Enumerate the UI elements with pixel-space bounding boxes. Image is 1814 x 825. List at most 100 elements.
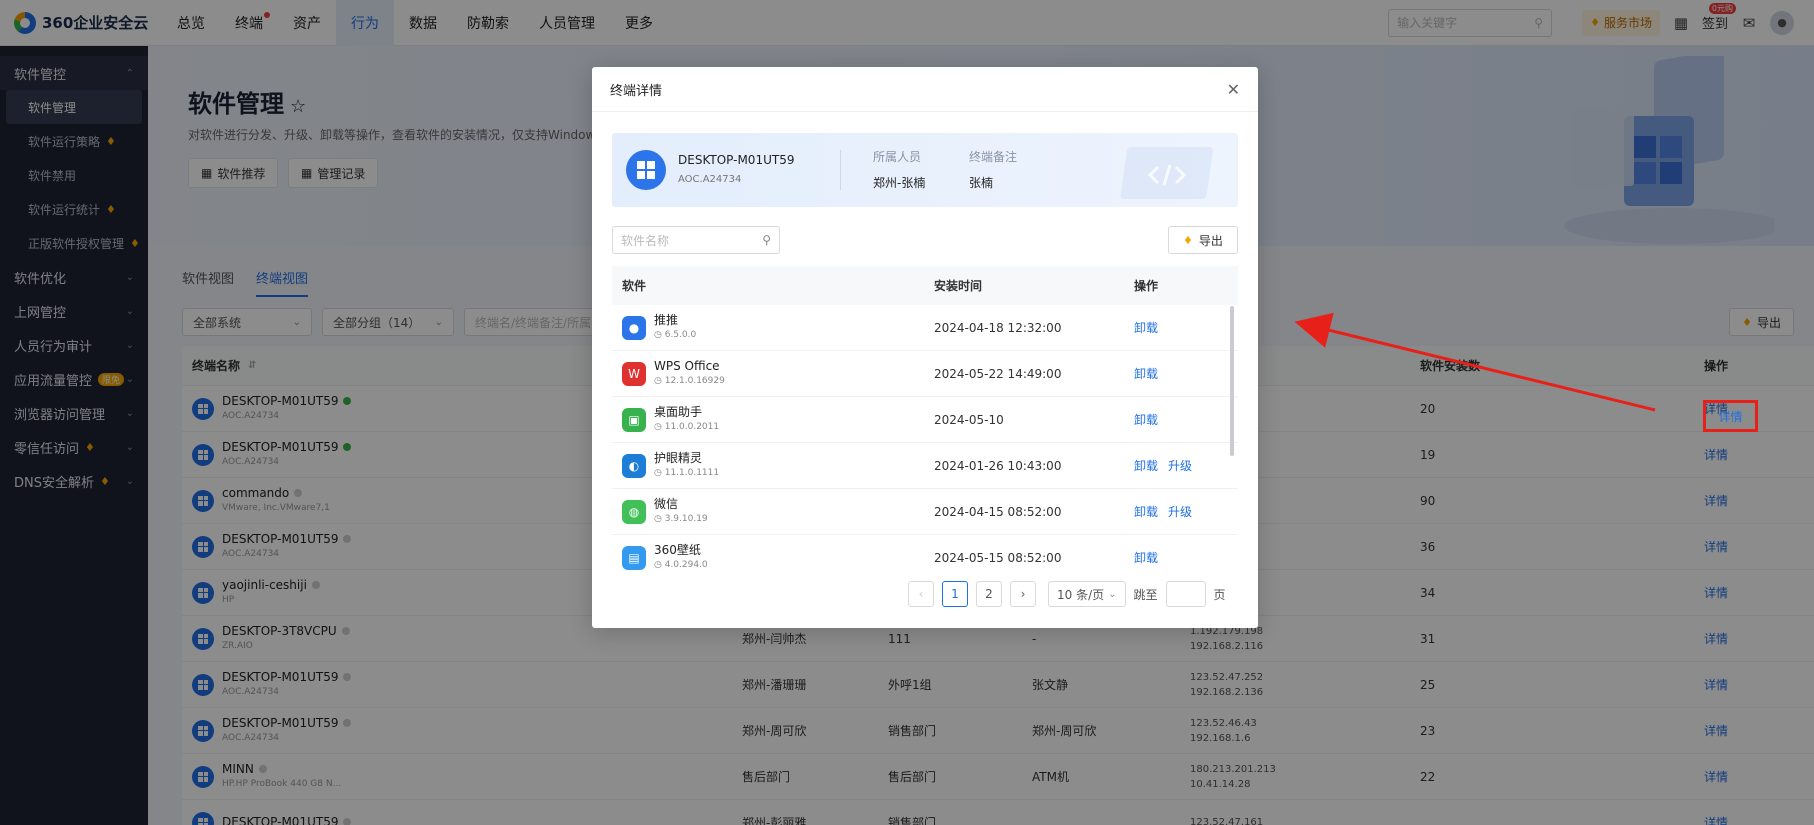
software-version-text: 3.9.10.19 (664, 513, 708, 524)
eye-care-icon: ◐ (622, 453, 646, 478)
page-1-button[interactable]: 1 (942, 581, 968, 607)
uninstall-link[interactable]: 卸载 (1134, 319, 1158, 336)
clock-icon: ◷ (654, 421, 665, 432)
page-2-button[interactable]: 2 (976, 581, 1002, 607)
install-time: 2024-05-15 08:52:00 (934, 550, 1062, 565)
operations-cell: 卸载 (1134, 365, 1234, 382)
software-version-text: 12.1.0.16929 (664, 375, 725, 386)
software-row: W WPS Office ◷ 12.1.0.16929 2024-05-22 14:4… (612, 351, 1238, 397)
note-value: 张楠 (969, 176, 994, 190)
windows-icon (626, 150, 666, 190)
software-name: 360壁纸 (654, 542, 701, 557)
install-time: 2024-04-18 12:32:00 (934, 320, 1062, 335)
operations-cell: 卸载 (1134, 411, 1234, 428)
software-version-text: 4.0.294.0 (664, 559, 708, 570)
code-window-illustration-icon (1120, 147, 1213, 199)
search-icon: ⚲ (762, 233, 771, 247)
tuitui-icon: ● (622, 315, 646, 340)
close-icon[interactable]: ✕ (1227, 80, 1240, 99)
upgrade-link[interactable]: 升级 (1168, 503, 1192, 520)
software-name: 推推 (654, 312, 679, 327)
uninstall-link[interactable]: 卸载 (1134, 549, 1158, 566)
software-search-input[interactable]: 软件名称 ⚲ (612, 226, 780, 254)
software-cell: ▣ 桌面助手 ◷ 11.0.0.2011 (612, 405, 934, 435)
software-name-block: 360壁纸 ◷ 4.0.294.0 (654, 543, 708, 571)
software-cell: ◐ 护眼精灵 ◷ 11.1.0.1111 (612, 451, 934, 481)
software-version-text: 11.0.0.2011 (664, 421, 720, 432)
uninstall-link[interactable]: 卸载 (1134, 457, 1158, 474)
software-name-block: 护眼精灵 ◷ 11.1.0.1111 (654, 451, 719, 481)
software-name-block: 微信 ◷ 3.9.10.19 (654, 497, 708, 527)
operations-cell: 卸载 (1134, 319, 1234, 336)
clock-icon: ◷ (654, 513, 665, 524)
install-time: 2024-05-10 (934, 412, 1004, 427)
software-name: 桌面助手 (654, 404, 703, 419)
software-version: ◷ 4.0.294.0 (654, 558, 708, 571)
install-time: 2024-04-15 08:52:00 (934, 504, 1062, 519)
modal-export-button[interactable]: ♦ 导出 (1168, 226, 1238, 254)
wallpaper-icon: ▤ (622, 545, 646, 570)
wechat-icon: ◍ (622, 499, 646, 524)
software-row: ● 推推 ◷ 6.5.0.0 2024-04-18 12:32:00 卸载 (612, 305, 1238, 351)
software-table-header: 软件 安装时间 操作 (612, 266, 1238, 305)
software-cell: ● 推推 ◷ 6.5.0.0 (612, 313, 934, 343)
operations-cell: 卸载 升级 (1134, 503, 1234, 520)
software-version: ◷ 6.5.0.0 (654, 328, 696, 343)
modal-header: 终端详情 ✕ (592, 67, 1258, 112)
next-page-button[interactable]: › (1010, 581, 1036, 607)
scrollbar[interactable] (1230, 306, 1234, 456)
clock-icon: ◷ (654, 375, 665, 386)
jump-page-input[interactable] (1165, 581, 1206, 607)
software-row: ▤ 360壁纸 ◷ 4.0.294.0 2024-05-15 08:52:00 卸载 (612, 535, 1238, 570)
software-version: ◷ 3.9.10.19 (654, 512, 708, 527)
col-install-time: 安装时间 (934, 279, 983, 293)
desktop-assistant-icon: ▣ (622, 407, 646, 432)
software-version: ◷ 12.1.0.16929 (654, 374, 725, 389)
software-version: ◷ 11.1.0.1111 (654, 466, 719, 481)
operations-cell: 卸载 升级 (1134, 457, 1234, 474)
upgrade-link[interactable]: 升级 (1168, 457, 1192, 474)
note-label: 终端备注 (969, 150, 1018, 164)
install-time: 2024-01-26 10:43:00 (934, 458, 1062, 473)
uninstall-link[interactable]: 卸载 (1134, 411, 1158, 428)
clock-icon: ◷ (654, 559, 665, 570)
clock-icon: ◷ (654, 467, 665, 478)
software-version: ◷ 11.0.0.2011 (654, 420, 719, 435)
terminal-detail-modal: 终端详情 ✕ DESKTOP-M01UT59 AOC.A24734 所属人员 郑… (592, 67, 1258, 628)
software-row: ◍ 微信 ◷ 3.9.10.19 2024-04-15 08:52:00 卸载 升级 (612, 489, 1238, 535)
page-size-value: 10 条/页 (1057, 587, 1105, 602)
col-operation: 操作 (1134, 279, 1159, 293)
software-row: ◐ 护眼精灵 ◷ 11.1.0.1111 2024-01-26 10:43:00 卸载升… (612, 443, 1238, 489)
software-version-text: 6.5.0.0 (664, 329, 697, 340)
uninstall-link[interactable]: 卸载 (1134, 365, 1158, 382)
software-name-block: 桌面助手 ◷ 11.0.0.2011 (654, 405, 719, 435)
software-name: 微信 (654, 496, 679, 511)
software-cell: ◍ 微信 ◷ 3.9.10.19 (612, 497, 934, 527)
pagination: ‹ 1 2 › 10 条/页 ⌄ 跳至 页 (908, 581, 1226, 607)
owner-label: 所属人员 (873, 150, 922, 164)
install-time: 2024-05-22 14:49:00 (934, 366, 1062, 381)
software-search-placeholder: 软件名称 (621, 233, 670, 248)
software-name: 护眼精灵 (654, 450, 703, 465)
software-cell: ▤ 360壁纸 ◷ 4.0.294.0 (612, 543, 934, 571)
device-model: AOC.A24734 (678, 174, 742, 185)
software-cell: W WPS Office ◷ 12.1.0.16929 (612, 359, 934, 389)
device-info-card: DESKTOP-M01UT59 AOC.A24734 所属人员 郑州-张楠 终端… (612, 133, 1238, 207)
device-name: DESKTOP-M01UT59 (678, 153, 795, 167)
software-name-block: 推推 ◷ 6.5.0.0 (654, 313, 696, 343)
page-size-select[interactable]: 10 条/页 ⌄ (1048, 581, 1126, 607)
clock-icon: ◷ (654, 329, 665, 340)
divider (840, 150, 841, 190)
uninstall-link[interactable]: 卸载 (1134, 503, 1158, 520)
diamond-icon: ♦ (1183, 233, 1193, 247)
highlighted-details-link[interactable]: 详情 (1703, 400, 1758, 432)
jump-label: 跳至 (1133, 587, 1158, 602)
chevron-down-icon: ⌄ (1108, 588, 1117, 600)
software-row: ▣ 桌面助手 ◷ 11.0.0.2011 2024-05-10 卸载 (612, 397, 1238, 443)
software-name: WPS Office (654, 358, 720, 373)
modal-export-label: 导出 (1198, 233, 1223, 248)
wps-icon: W (622, 361, 646, 386)
prev-page-button[interactable]: ‹ (908, 581, 934, 607)
operations-cell: 卸载 (1134, 549, 1234, 566)
software-name-block: WPS Office ◷ 12.1.0.16929 (654, 359, 725, 389)
